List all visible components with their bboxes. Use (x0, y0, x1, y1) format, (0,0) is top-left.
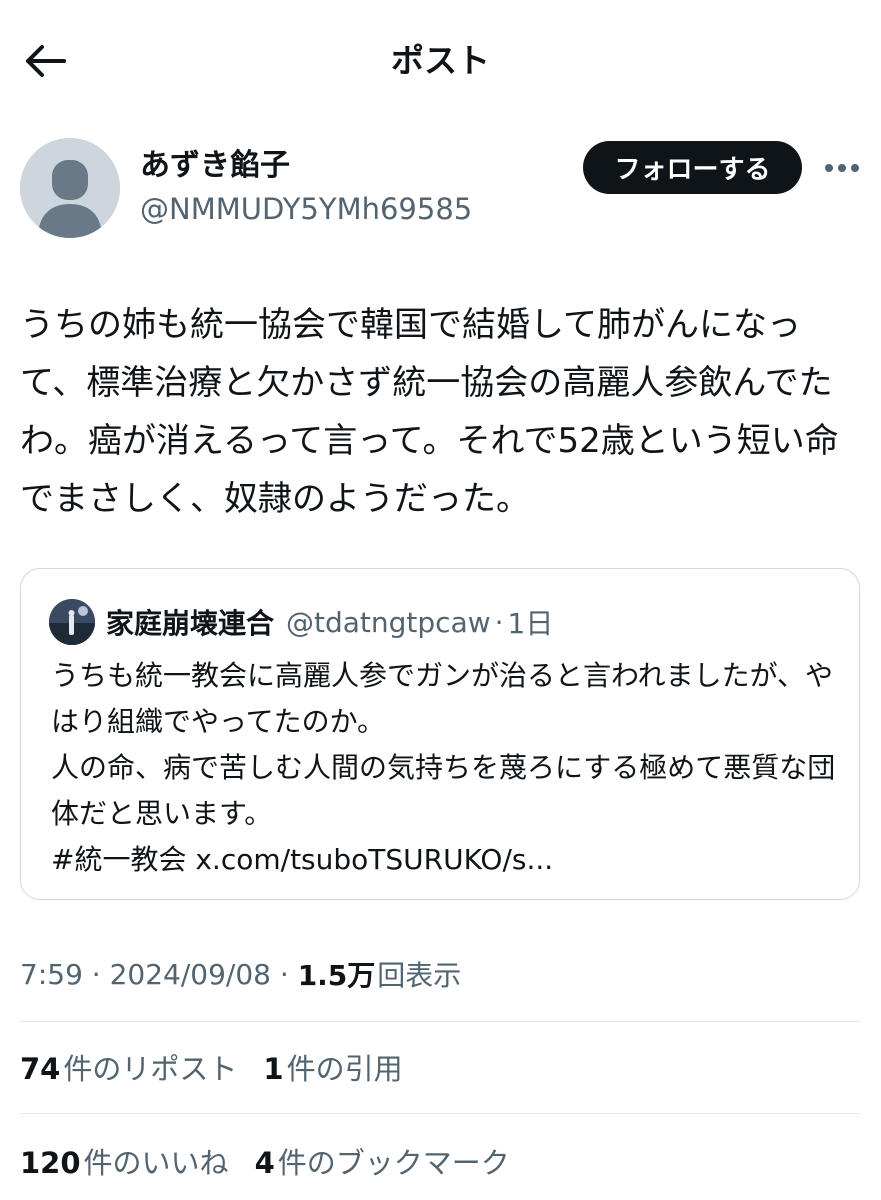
quotes-label: 件の引用 (286, 1052, 403, 1086)
reposts-label: 件のリポスト (63, 1052, 238, 1086)
engagement-stats-row: 74 件のリポスト 1 件の引用 (20, 1043, 429, 1091)
views-label: 回表示 (377, 959, 462, 992)
quoted-post-card[interactable]: 家庭崩壊連合 @tdatngtpcaw · 1日 うちも統一教会に高麗人参でガン… (20, 568, 860, 900)
likes-stat[interactable]: 120 件のいいね (20, 1140, 229, 1182)
quoted-post-time[interactable]: 1日 (508, 602, 554, 642)
reposts-stat[interactable]: 74 件のリポスト (20, 1046, 237, 1088)
quotes-stat[interactable]: 1 件の引用 (263, 1046, 402, 1088)
meta-separator: · (82, 957, 110, 991)
quoted-author-handle[interactable]: @tdatngtpcaw (286, 606, 491, 639)
author-display-name[interactable]: あずき餡子 (140, 146, 290, 186)
views-count: 1.5万 (297, 959, 376, 992)
engagement-stats-row: 120 件のいいね 4 件のブックマーク (20, 1137, 536, 1185)
author-avatar[interactable] (20, 138, 120, 238)
post-metadata: 7:59 · 2024/09/08 · 1.5万 回表示 (20, 950, 461, 998)
quoted-separator: · (494, 605, 504, 639)
more-horizontal-icon (825, 164, 859, 172)
follow-button[interactable]: フォローする (583, 141, 802, 194)
bookmarks-count: 4 (254, 1146, 275, 1180)
divider (20, 1113, 860, 1114)
reposts-count: 74 (20, 1052, 61, 1086)
quoted-author-name[interactable]: 家庭崩壊連合 (106, 602, 274, 642)
quoted-author-avatar[interactable] (49, 599, 95, 645)
post-time[interactable]: 7:59 (20, 958, 83, 991)
top-bar: ポスト (0, 0, 881, 124)
author-handle[interactable]: @NMMUDY5YMh69585 (140, 190, 472, 228)
post-date[interactable]: 2024/09/08 (110, 958, 271, 991)
quotes-count: 1 (263, 1052, 284, 1086)
divider (20, 1021, 860, 1022)
default-profile-icon (20, 138, 120, 238)
likes-count: 120 (20, 1146, 81, 1180)
more-options-button[interactable] (820, 150, 864, 186)
quoted-post-header: 家庭崩壊連合 @tdatngtpcaw · 1日 (106, 599, 553, 645)
quoted-post-text: うちも統一教会に高麗人参でガンが治ると言われましたが、やはり組織でやってたのか。… (51, 659, 836, 876)
quoted-author-avatar-image (49, 599, 95, 645)
meta-separator: · (270, 957, 298, 991)
bookmarks-stat[interactable]: 4 件のブックマーク (255, 1140, 510, 1182)
likes-label: 件のいいね (83, 1146, 229, 1180)
bookmarks-label: 件のブックマーク (277, 1146, 510, 1180)
post-body-text: うちの姉も統一協会で韓国で結婚して肺がんになって、標準治療と欠かさず統一協会の高… (20, 305, 839, 519)
page-title: ポスト (391, 41, 490, 80)
